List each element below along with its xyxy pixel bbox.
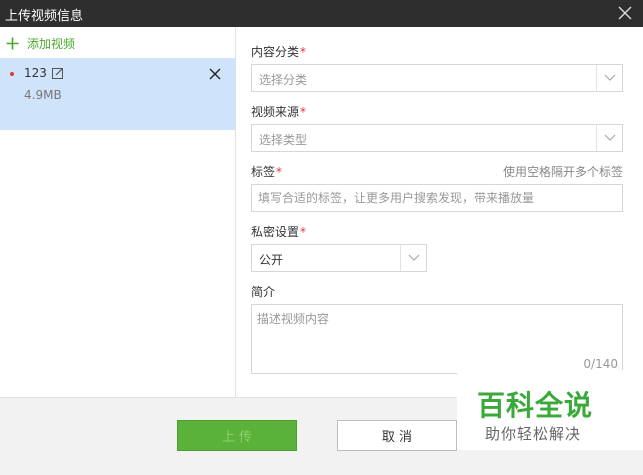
add-video-button[interactable]: 添加视频 <box>6 34 75 52</box>
video-list-item[interactable]: 123 4.9MB <box>0 58 236 130</box>
chevron-down-icon <box>596 65 622 91</box>
privacy-select[interactable]: 公开 <box>251 244 427 272</box>
video-list-panel: 添加视频 123 4.9MB <box>0 27 236 397</box>
tags-input[interactable] <box>251 184 623 212</box>
cancel-button[interactable]: 取 消 <box>337 420 457 451</box>
edit-icon[interactable] <box>52 67 64 79</box>
upload-button[interactable]: 上 传 <box>177 420 297 451</box>
tags-hint: 使用空格隔开多个标签 <box>502 165 623 179</box>
window-title: 上传视频信息 <box>5 9 84 24</box>
category-placeholder: 选择分类 <box>259 73 308 87</box>
plus-icon <box>6 37 19 49</box>
watermark-sub-text: 助你轻松解决 <box>485 425 582 443</box>
chevron-down-icon <box>400 245 426 271</box>
close-icon[interactable] <box>617 5 633 21</box>
remove-video-icon[interactable] <box>209 68 221 80</box>
source-select[interactable]: 选择类型 <box>251 124 623 152</box>
title-bar: 上传视频信息 <box>0 0 643 27</box>
source-placeholder: 选择类型 <box>259 133 308 147</box>
category-select[interactable]: 选择分类 <box>251 64 623 92</box>
watermark-main-text: 百科全说 <box>477 389 594 422</box>
category-label: 内容分类* <box>251 45 307 59</box>
chevron-down-icon <box>596 125 622 151</box>
intro-label: 简介 <box>251 285 276 299</box>
video-name: 123 <box>24 66 47 80</box>
tags-label: 标签* <box>251 165 283 179</box>
video-size: 4.9MB <box>24 88 62 102</box>
privacy-label: 私密设置* <box>251 225 307 239</box>
intro-textarea[interactable] <box>251 304 623 374</box>
privacy-value: 公开 <box>259 253 284 267</box>
add-video-label: 添加视频 <box>27 36 76 51</box>
source-label: 视频来源* <box>251 105 307 119</box>
status-dot-icon <box>10 72 14 76</box>
intro-char-counter: 0/140 <box>583 357 618 371</box>
watermark-logo: 百科全说 助你轻松解决 <box>457 370 643 450</box>
